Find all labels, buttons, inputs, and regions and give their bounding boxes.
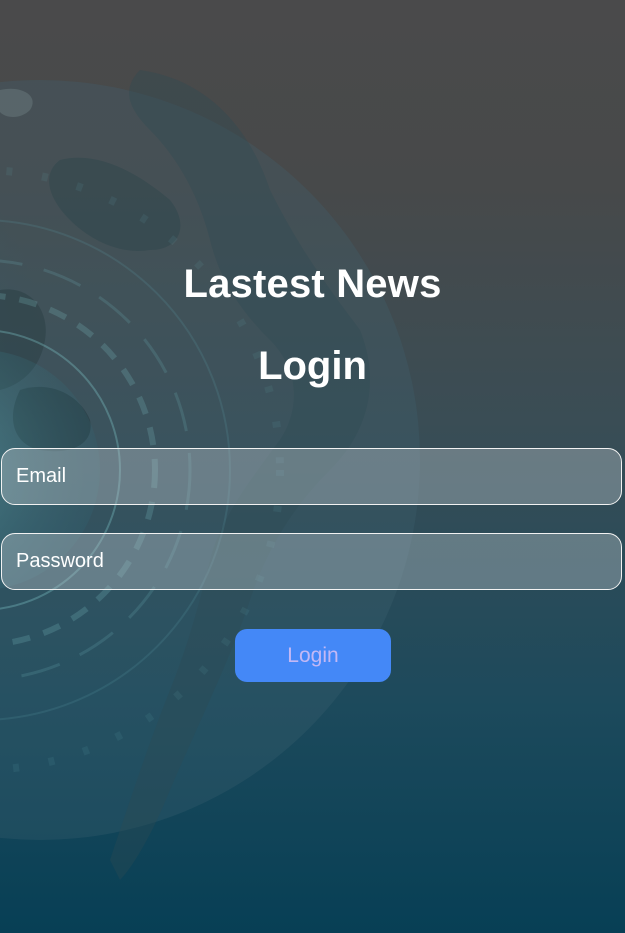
email-field[interactable] xyxy=(1,448,622,505)
login-screen: Lastest News Login Login xyxy=(0,0,625,933)
password-input[interactable] xyxy=(2,534,621,589)
login-heading: Login xyxy=(258,344,367,388)
login-button[interactable]: Login xyxy=(235,629,391,682)
email-input[interactable] xyxy=(2,449,621,504)
password-field[interactable] xyxy=(1,533,622,590)
app-title: Lastest News xyxy=(183,262,442,306)
